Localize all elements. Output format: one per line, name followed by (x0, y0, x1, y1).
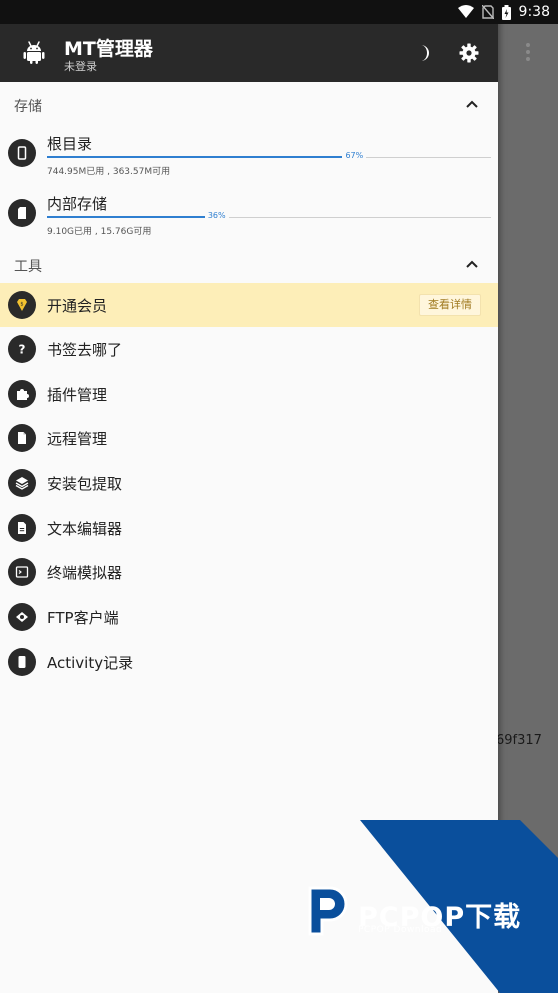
storage-item-internal[interactable]: 内部存储 36% 9.10G已用 , 15.76G可用 (0, 188, 498, 246)
storage-usage-bar: 67% (47, 151, 491, 160)
watermark-subtitle: PCPOP Download (358, 925, 443, 935)
phone-icon (8, 139, 36, 167)
gear-icon (459, 43, 479, 63)
tools-section-header[interactable]: 工具 (0, 244, 498, 284)
chevron-up-icon[interactable] (464, 96, 480, 112)
drawer-header: MT管理器 未登录 (0, 24, 498, 82)
storage-name: 内部存储 (47, 195, 108, 213)
more-options-icon (516, 36, 540, 68)
storage-usage-bar: 36% (47, 211, 491, 220)
svg-text:?: ? (19, 343, 26, 357)
storage-name: 根目录 (47, 135, 93, 153)
puzzle-icon (8, 380, 36, 408)
android-icon (23, 41, 45, 64)
layers-icon (8, 469, 36, 497)
tool-item-ftp[interactable]: FTP客户端 (0, 595, 498, 639)
sd-card-icon (8, 199, 36, 227)
question-icon: ? (8, 335, 36, 363)
tool-label: FTP客户端 (47, 609, 119, 627)
night-mode-button[interactable] (410, 40, 436, 66)
app-title: MT管理器 (64, 38, 153, 60)
diamond-icon: $ (8, 291, 36, 319)
tool-item-remote[interactable]: 远程管理 (0, 416, 498, 460)
status-bar: 9:38 (0, 0, 558, 24)
tool-item-plugins[interactable]: 插件管理 (0, 372, 498, 416)
chevron-up-icon[interactable] (464, 256, 480, 272)
background-text: 69f317 (496, 733, 542, 748)
pcpop-logo-icon (308, 886, 348, 936)
tool-label: 终端模拟器 (47, 564, 123, 582)
tool-label: Activity记录 (47, 654, 134, 672)
tool-label: 书签去哪了 (47, 341, 123, 359)
tools-section-title: 工具 (14, 259, 42, 275)
battery-icon (501, 4, 511, 20)
view-details-button[interactable]: 查看详情 (419, 294, 481, 316)
vip-item[interactable]: $ 开通会员 查看详情 (0, 283, 498, 327)
no-sim-icon (481, 5, 494, 19)
terminal-icon (8, 558, 36, 586)
ftp-icon (8, 603, 36, 631)
tool-item-apk-extract[interactable]: 安装包提取 (0, 461, 498, 505)
login-status[interactable]: 未登录 (64, 58, 97, 74)
tool-label: 文本编辑器 (47, 520, 123, 538)
tool-label: 插件管理 (47, 386, 108, 404)
tool-item-text-editor[interactable]: 文本编辑器 (0, 506, 498, 550)
tool-label: 安装包提取 (47, 475, 123, 493)
storage-percent: 36% (204, 211, 229, 220)
moon-icon (421, 45, 429, 61)
tool-item-activity-log[interactable]: Activity记录 (0, 640, 498, 684)
file-icon (8, 424, 36, 452)
vip-label: 开通会员 (47, 297, 108, 315)
storage-section-header[interactable]: 存储 (0, 84, 498, 124)
document-icon (8, 514, 36, 542)
tool-label: 远程管理 (47, 430, 108, 448)
storage-item-root[interactable]: 根目录 67% 744.95M已用 , 363.57M可用 (0, 128, 498, 186)
status-time: 9:38 (518, 4, 550, 20)
storage-section-title: 存储 (14, 99, 42, 115)
tool-item-terminal[interactable]: 终端模拟器 (0, 550, 498, 594)
wifi-icon (457, 5, 474, 18)
storage-usage-fill (47, 216, 207, 218)
settings-button[interactable] (456, 40, 482, 66)
phone-icon (8, 648, 36, 676)
storage-detail: 744.95M已用 , 363.57M可用 (47, 167, 171, 177)
storage-percent: 67% (342, 151, 367, 160)
svg-text:$: $ (20, 302, 23, 308)
storage-detail: 9.10G已用 , 15.76G可用 (47, 227, 152, 237)
tool-item-bookmarks[interactable]: ? 书签去哪了 (0, 327, 498, 371)
storage-usage-fill (47, 156, 345, 158)
